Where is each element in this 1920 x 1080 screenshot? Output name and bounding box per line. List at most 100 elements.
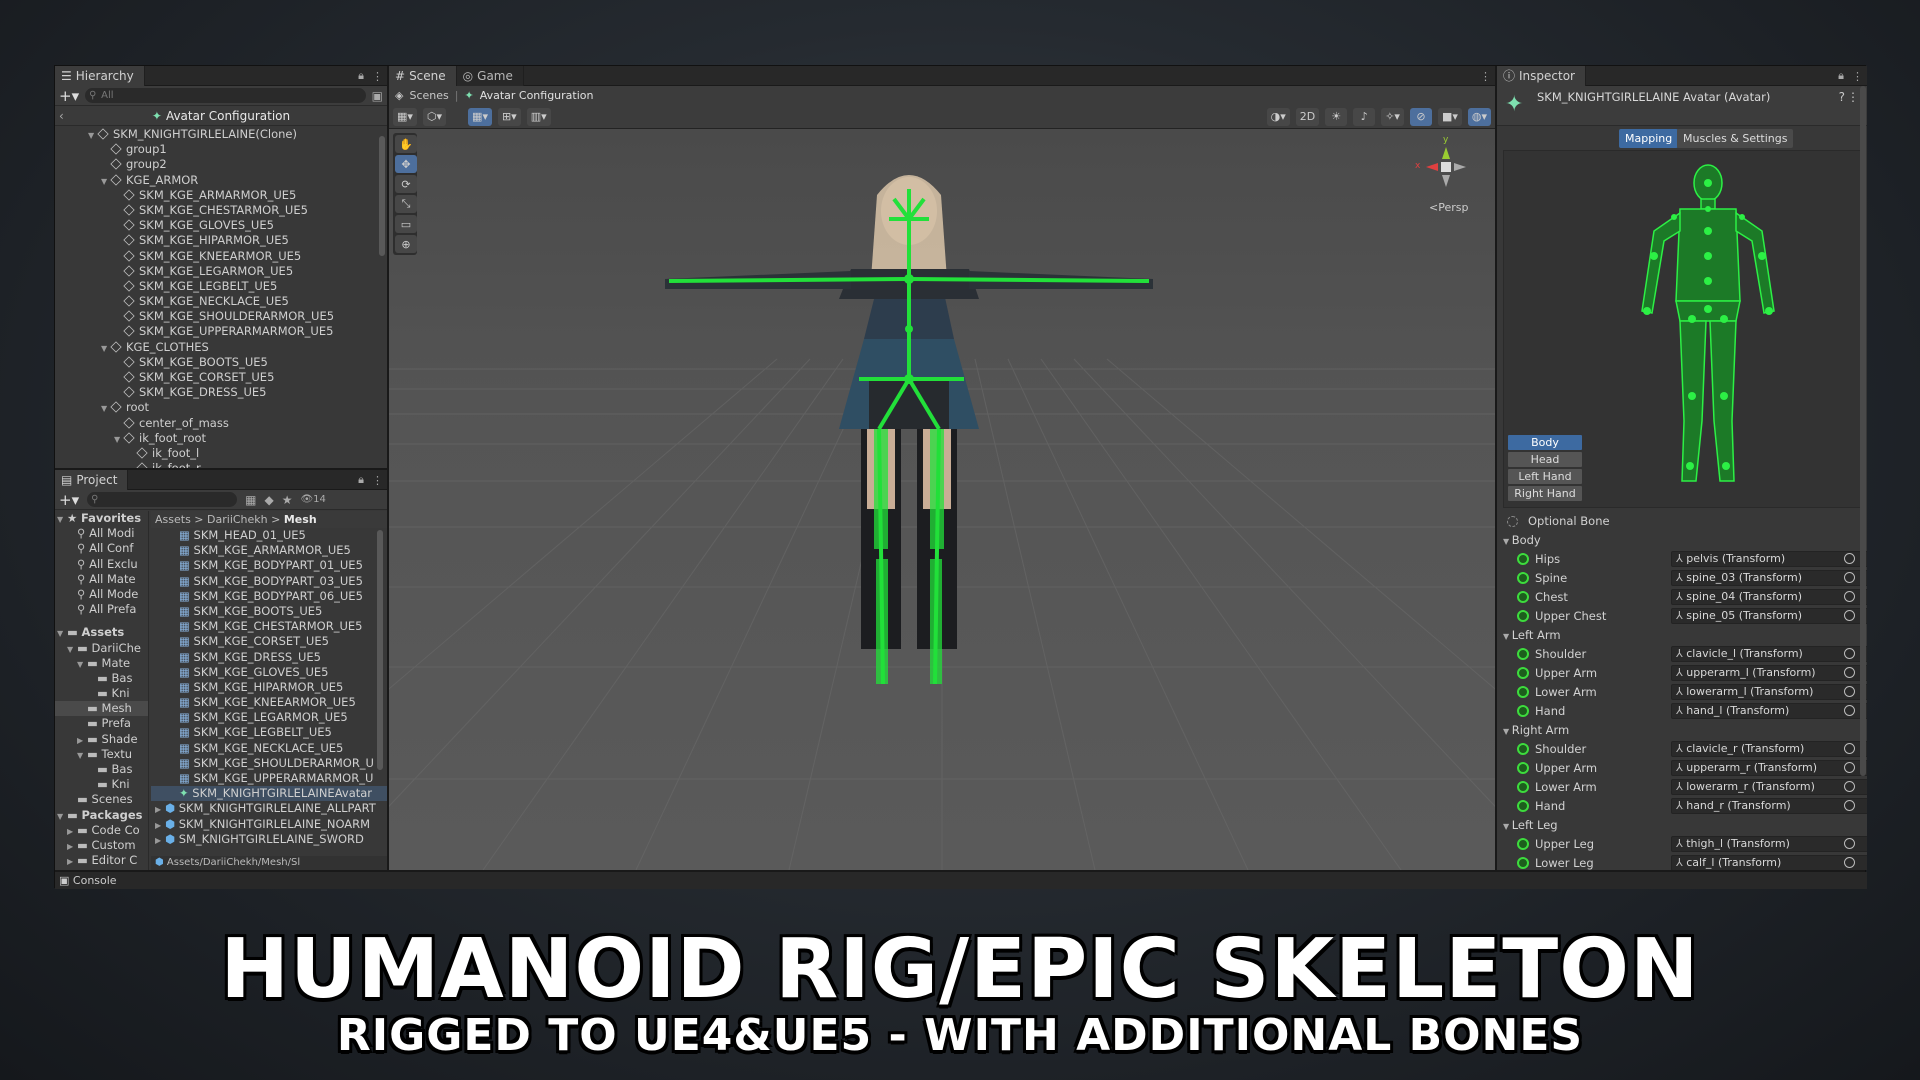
folder-item[interactable]: ⚲ All Mode [55, 587, 148, 602]
folder-item[interactable]: ▼ ▬ Packages [55, 808, 148, 823]
object-picker-icon[interactable] [1844, 572, 1855, 583]
file-item[interactable]: ▦ SKM_KGE_BODYPART_01_UE5 [151, 558, 387, 573]
folder-item[interactable]: ▶ ▬ Shade [55, 732, 148, 747]
expand-arrow-icon[interactable]: ▶ [155, 802, 165, 817]
breadcrumb-avatar-config[interactable]: Avatar Configuration [480, 89, 594, 102]
hierarchy-item[interactable]: ▼ root [55, 400, 387, 415]
file-item[interactable]: ▦ SKM_KGE_BODYPART_06_UE5 [151, 589, 387, 604]
star-icon[interactable]: ★ [282, 493, 293, 507]
hierarchy-item[interactable]: center_of_mass [55, 416, 387, 431]
expand-arrow-icon[interactable]: ▼ [57, 512, 67, 527]
expand-arrow-icon[interactable]: ▼ [101, 174, 111, 189]
object-picker-icon[interactable] [1844, 743, 1855, 754]
help-icon[interactable]: ? [1839, 90, 1845, 104]
rect-tool-icon[interactable]: ▭ [395, 215, 417, 233]
object-picker-icon[interactable] [1844, 648, 1855, 659]
expand-arrow-icon[interactable]: ▼ [1503, 537, 1512, 546]
expand-arrow-icon[interactable]: ▼ [88, 128, 98, 143]
tab-game[interactable]: ◎ Game [456, 66, 524, 86]
breadcrumb-assets[interactable]: Assets [155, 513, 191, 526]
camera-button[interactable]: ■▾ [1437, 107, 1462, 126]
file-item[interactable]: ▦ SKM_KGE_KNEEARMOR_UE5 [151, 695, 387, 710]
grid-snap-button[interactable]: ▦▾ [468, 107, 492, 126]
file-item[interactable]: ▦ SKM_KGE_LEGARMOR_UE5 [151, 710, 387, 725]
folder-item[interactable]: ▼ ★ Favorites [55, 511, 148, 526]
expand-arrow-icon[interactable]: ▼ [1503, 822, 1512, 831]
folder-item[interactable]: ⚲ All Conf [55, 541, 148, 556]
bone-transform-field[interactable]: ⅄ clavicle_r (Transform) [1671, 741, 1867, 757]
hand-tool-icon[interactable]: ✋ [395, 135, 417, 153]
hierarchy-item[interactable]: SKM_KGE_CORSET_UE5 [55, 370, 387, 385]
project-search-input[interactable]: ⚲ [87, 492, 238, 507]
file-item[interactable]: ▦ SKM_KGE_CHESTARMOR_UE5 [151, 619, 387, 634]
lighting-button[interactable]: ☀ [1325, 107, 1348, 126]
file-item[interactable]: ✦ SKM_KNIGHTGIRLELAINEAvatar [151, 786, 387, 802]
toggle-2d-button[interactable]: 2D [1295, 107, 1320, 126]
prefab-item[interactable]: ▶ ⬢ SM_KNIGHTGIRLELAINE_SWORD [151, 832, 387, 847]
scene-viewport[interactable]: y x <Persp ✋ ✥ ⟳ ⤡ ▭ ⊕ [389, 129, 1495, 870]
hierarchy-item[interactable]: SKM_KGE_SHOULDERARMOR_UE5 [55, 309, 387, 324]
object-picker-icon[interactable] [1844, 553, 1855, 564]
kebab-menu-icon[interactable]: ⋮ [1852, 70, 1863, 83]
bone-transform-field[interactable]: ⅄ upperarm_l (Transform) [1671, 665, 1867, 681]
expand-arrow-icon[interactable]: ▼ [101, 341, 111, 356]
audio-button[interactable]: ♪ [1353, 107, 1376, 126]
expand-arrow-icon[interactable]: ▼ [67, 642, 77, 657]
expand-arrow-icon[interactable]: ▼ [77, 748, 87, 763]
bone-group-header[interactable]: ▼ Left Leg [1503, 816, 1861, 835]
folder-item[interactable]: ▬ Kni [55, 686, 148, 701]
object-picker-icon[interactable] [1844, 800, 1855, 811]
file-item[interactable]: ▦ SKM_KGE_DRESS_UE5 [151, 650, 387, 665]
bone-transform-field[interactable]: ⅄ pelvis (Transform) [1671, 551, 1867, 567]
expand-arrow-icon[interactable]: ▶ [67, 839, 77, 854]
bone-group-header[interactable]: ▼ Body [1503, 531, 1861, 550]
hierarchy-item[interactable]: group1 [55, 142, 387, 157]
bone-transform-field[interactable]: ⅄ spine_04 (Transform) [1671, 589, 1867, 605]
tab-hierarchy[interactable]: ☰ Hierarchy [55, 66, 145, 86]
folder-item[interactable]: ▬ Bas [55, 671, 148, 686]
bone-transform-field[interactable]: ⅄ lowerarm_r (Transform) [1671, 779, 1867, 795]
folder-item[interactable]: ▼ ▬ DariiChe [55, 641, 148, 656]
file-item[interactable]: ▦ SKM_KGE_ARMARMOR_UE5 [151, 543, 387, 558]
settings-icon[interactable]: ⋮ [1847, 90, 1859, 104]
bone-transform-field[interactable]: ⅄ clavicle_l (Transform) [1671, 646, 1867, 662]
add-icon[interactable]: +▾ [59, 491, 79, 509]
hierarchy-item[interactable]: SKM_KGE_KNEEARMOR_UE5 [55, 249, 387, 264]
expand-arrow-icon[interactable]: ▼ [114, 432, 124, 447]
file-item[interactable]: ▦ SKM_KGE_LEGBELT_UE5 [151, 725, 387, 740]
expand-arrow-icon[interactable]: ▼ [1503, 632, 1512, 641]
bone-transform-field[interactable]: ⅄ lowerarm_l (Transform) [1671, 684, 1867, 700]
folder-item[interactable]: ⚲ All Prefa [55, 602, 148, 617]
hierarchy-search-input[interactable]: ⚲ All [85, 88, 366, 103]
bone-transform-field[interactable]: ⅄ hand_r (Transform) [1671, 798, 1867, 814]
folder-item[interactable]: ▬ Mesh [55, 701, 148, 717]
folder-item[interactable]: ⚲ All Modi [55, 526, 148, 541]
file-item[interactable]: ▦ SKM_KGE_HIPARMOR_UE5 [151, 680, 387, 695]
render-mode-button[interactable]: ⬡▾ [422, 107, 447, 126]
hierarchy-item[interactable]: ▼ SKM_KNIGHTGIRLELAINE(Clone) [55, 127, 387, 142]
hidden-objects-button[interactable]: ⊘ [1409, 107, 1432, 126]
expand-arrow-icon[interactable]: ▶ [77, 733, 87, 748]
tab-console[interactable]: ▣ Console [55, 872, 1867, 889]
folder-item[interactable]: ▼ ▬ Mate [55, 656, 148, 671]
orientation-gizmo[interactable]: y x <Persp [1411, 135, 1481, 227]
draw-mode-button[interactable]: ▦▾ [393, 107, 417, 126]
object-picker-icon[interactable] [1844, 610, 1855, 621]
file-item[interactable]: ▦ SKM_HEAD_01_UE5 [151, 528, 387, 543]
add-icon[interactable]: +▾ [59, 87, 79, 105]
shading-button[interactable]: ◑▾ [1266, 107, 1290, 126]
hierarchy-item[interactable]: SKM_KGE_LEGARMOR_UE5 [55, 264, 387, 279]
object-picker-icon[interactable] [1844, 591, 1855, 602]
projection-label[interactable]: <Persp [1429, 201, 1468, 214]
body-part-button[interactable]: Left Hand [1508, 469, 1582, 484]
file-item[interactable]: ▦ SKM_KGE_SHOULDERARMOR_U [151, 756, 387, 771]
object-picker-icon[interactable] [1844, 686, 1855, 697]
effects-button[interactable]: ✧▾ [1381, 107, 1404, 126]
hierarchy-item[interactable]: ▼ KGE_CLOTHES [55, 340, 387, 355]
hierarchy-item[interactable]: SKM_KGE_NECKLACE_UE5 [55, 294, 387, 309]
hierarchy-item[interactable]: SKM_KGE_HIPARMOR_UE5 [55, 233, 387, 248]
hidden-count-icon[interactable]: 👁︎14 [300, 494, 325, 505]
hierarchy-item[interactable]: SKM_KGE_GLOVES_UE5 [55, 218, 387, 233]
body-part-button[interactable]: Head [1508, 452, 1582, 467]
expand-arrow-icon[interactable]: ▶ [67, 854, 77, 869]
